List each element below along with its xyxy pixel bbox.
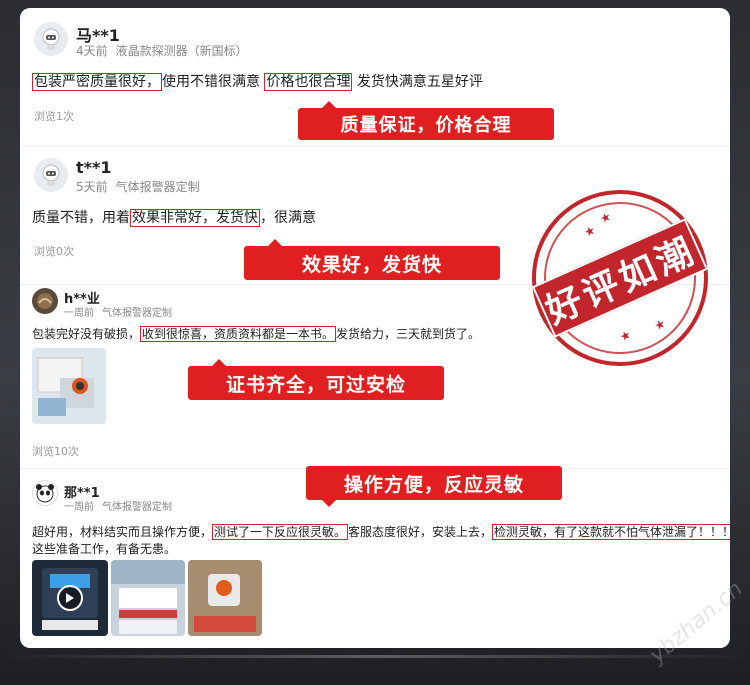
review-text-line2: 这些准备工作，有备无患。 [32,542,177,556]
review-video[interactable] [32,560,108,636]
text-segment: 使用不错很满意 [162,74,265,90]
review-text: 质量不错，用着 效果非常好，发货快 ，很满意 [32,206,316,230]
review-time: 4天前 [76,44,108,58]
text-segment: 超好用，材料结实而且操作方便， [32,525,213,539]
robot-avatar-icon[interactable] [34,22,68,56]
review-photo[interactable] [188,560,262,636]
review-text: 超好用，材料结实而且操作方便， 测试了一下反应很灵敏。 客服态度很好，安装上去， 检测… [32,522,730,542]
callout-label: 效果好，发货快 [244,239,500,280]
review-meta: 5天前 气体报警器定制 [76,178,200,195]
callout-label: 质量保证，价格合理 [298,101,554,140]
praise-stamp: ★ ★ ★ ★ 好评如潮 [503,161,730,395]
review-text: 包装严密质量很好， 使用不错很满意 价格也很合理 发货快满意五星好评 [32,70,483,94]
product-name[interactable]: 气体报警器定制 [102,502,172,513]
text-segment: 发货快满意五星好评 [352,74,483,90]
highlight-phrase: 测试了一下反应很灵敏。 [212,524,349,540]
robot-avatar-icon[interactable] [34,158,68,192]
highlight-phrase: 收到很惊喜，资质资料都是一本书。 [140,326,337,342]
highlight-phrase: 价格也很合理 [264,73,353,91]
play-icon[interactable] [57,585,83,611]
callout-label: 操作方便，反应灵敏 [306,466,562,507]
panda-avatar-icon[interactable] [32,480,58,506]
product-name[interactable]: 液晶款探测器（新国标） [116,44,248,58]
callout-label: 证书齐全，可过安检 [188,359,444,400]
text-segment: 发货给力，三天就到货了。 [336,327,481,341]
text-segment: 客服态度很好，安装上去， [348,525,493,539]
highlight-phrase: 包装严密质量很好， [32,73,162,91]
highlight-phrase: 检测灵敏，有了这款就不怕气体泄漏了！！！ [492,524,730,540]
product-name[interactable]: 气体报警器定制 [116,180,200,194]
review-photo[interactable] [32,348,106,424]
text-segment: 质量不错，用着 [32,210,130,226]
avatar[interactable] [32,288,58,314]
review-time: 一周前 [64,502,94,513]
review-time: 5天前 [76,180,108,194]
review-card: 马**1 4天前 液晶款探测器（新国标） 包装严密质量很好， 使用不错很满意 价格也… [20,8,730,648]
product-name[interactable]: 气体报警器定制 [102,308,172,319]
review-meta: 4天前 液晶款探测器（新国标） [76,42,248,59]
review-photo[interactable] [111,560,185,636]
username[interactable]: t**1 [76,158,112,177]
review-time: 一周前 [64,308,94,319]
view-count: 浏览0次 [34,245,74,258]
text-segment: ，很满意 [260,210,316,226]
text-segment: 包装完好没有破损， [32,327,141,341]
view-count: 浏览10次 [32,445,79,458]
review-meta: 一周前 气体报警器定制 [64,498,172,513]
highlight-phrase: 效果非常好，发货快 [130,209,260,227]
review-meta: 一周前 气体报警器定制 [64,304,172,319]
review-text: 包装完好没有破损， 收到很惊喜，资质资料都是一本书。 发货给力，三天就到货了。 [32,324,480,344]
view-count: 浏览1次 [34,110,74,123]
